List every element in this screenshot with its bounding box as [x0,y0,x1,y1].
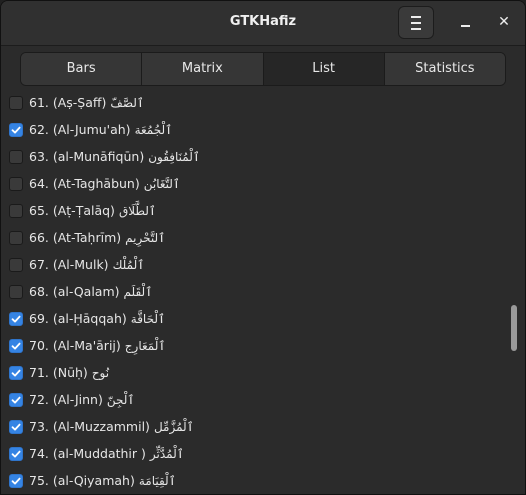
checkmark-icon [11,315,21,322]
surah-arabic-name: ٱلصَّفّ [110,95,144,110]
surah-arabic-name: ٱلْمُزَّمِّل [153,419,194,434]
surah-arabic-name: ٱلطَّلَاق [118,203,156,218]
surah-arabic-name: ٱلْمُلْك [112,257,145,272]
checkmark-icon [11,423,21,430]
list-item[interactable]: 66. (At-Taḥrīm) ٱلتَّحْرِيم [1,224,525,251]
checkbox-unchecked[interactable] [9,176,23,191]
checkbox-unchecked[interactable] [9,95,23,110]
checkbox-unchecked[interactable] [9,257,23,272]
checkmark-icon [11,477,21,484]
checkmark-icon [11,126,21,133]
surah-arabic-name: ٱلْقَلَم [123,284,153,299]
scrollbar-thumb[interactable] [511,305,517,351]
minimize-button[interactable] [449,7,481,37]
surah-label: 64. (At-Taghābun) [29,176,140,191]
checkbox-checked[interactable] [9,446,23,461]
list-item[interactable]: 65. (Aṭ-Ṭalāq) ٱلطَّلَاق [1,197,525,224]
app-window: GTKHafiz ✕ Bars Matrix List Statistics 6… [0,0,526,495]
surah-arabic-name: ٱلْحَاقَّة [130,311,166,326]
checkmark-icon [11,342,21,349]
list-item[interactable]: 70. (Al-Ma'ārij) ٱلْمَعَارِج [1,332,525,359]
surah-arabic-name: ٱلْمَعَارِج [124,338,166,353]
surah-label: 70. (Al-Ma'ārij) [29,338,121,353]
tab-list[interactable]: List [263,53,385,85]
minimize-icon [460,25,470,27]
hamburger-icon [411,14,421,32]
surah-label: 68. (al-Qalam) [29,284,120,299]
surah-label: 66. (At-Taḥrīm) [29,230,122,245]
surah-label: 63. (al-Munāfiqūn) [29,149,145,164]
checkbox-checked[interactable] [9,365,23,380]
tab-statistics[interactable]: Statistics [384,53,505,85]
surah-arabic-name: ٱلْقِيَامَة [138,473,176,488]
close-icon: ✕ [498,14,510,30]
tab-matrix[interactable]: Matrix [142,53,264,85]
surah-arabic-name: نُوح [91,365,110,380]
surah-arabic-name: ٱلْمُدَّثِّر [149,446,184,461]
list-item[interactable]: 72. (Al-Jinn) ٱلْجِنّ [1,386,525,413]
tab-bars[interactable]: Bars [21,53,143,85]
checkbox-checked[interactable] [9,122,23,137]
surah-label: 69. (al-Ḥāqqah) [29,311,127,326]
surah-arabic-name: ٱلْمُنَافِقُون [148,149,200,164]
surah-label: 74. (al-Muddathir ) [29,446,146,461]
list-item[interactable]: 71. (Nūḥ) نُوح [1,359,525,386]
list-item[interactable]: 63. (al-Munāfiqūn) ٱلْمُنَافِقُون [1,143,525,170]
checkmark-icon [11,369,21,376]
checkbox-checked[interactable] [9,473,23,488]
surah-label: 72. (Al-Jinn) [29,392,103,407]
list-item[interactable]: 69. (al-Ḥāqqah) ٱلْحَاقَّة [1,305,525,332]
checkbox-unchecked[interactable] [9,284,23,299]
list-item[interactable]: 61. (Aṣ-Ṣaff) ٱلصَّفّ [1,89,525,116]
list-item[interactable]: 62. (Al-Jumu'ah) ٱلْجُمُعَة [1,116,525,143]
checkbox-unchecked[interactable] [9,203,23,218]
surah-label: 67. (Al-Mulk) [29,257,109,272]
menu-button[interactable] [398,6,434,39]
header-bar: GTKHafiz ✕ [1,1,525,46]
list-item[interactable]: 64. (At-Taghābun) ٱلتَّغَابُن [1,170,525,197]
list-item[interactable]: 73. (Al-Muzzammil) ٱلْمُزَّمِّل [1,413,525,440]
surah-label: 65. (Aṭ-Ṭalāq) [29,203,115,218]
surah-label: 62. (Al-Jumu'ah) [29,122,131,137]
surah-arabic-name: ٱلْجُمُعَة [134,122,173,137]
checkbox-checked[interactable] [9,311,23,326]
surah-arabic-name: ٱلتَّغَابُن [143,176,180,191]
checkbox-unchecked[interactable] [9,149,23,164]
view-switcher: Bars Matrix List Statistics [20,52,506,86]
list-item[interactable]: 67. (Al-Mulk) ٱلْمُلْك [1,251,525,278]
checkbox-unchecked[interactable] [9,230,23,245]
checkmark-icon [11,450,21,457]
surah-label: 61. (Aṣ-Ṣaff) [29,95,107,110]
checkbox-checked[interactable] [9,338,23,353]
surah-label: 71. (Nūḥ) [29,365,88,380]
checkbox-checked[interactable] [9,392,23,407]
checkmark-icon [11,396,21,403]
window-title: GTKHafiz [229,14,297,29]
close-button[interactable]: ✕ [488,7,520,37]
list-item[interactable]: 75. (al-Qiyamah) ٱلْقِيَامَة [1,467,525,494]
surah-list: 61. (Aṣ-Ṣaff) ٱلصَّفّ 62. (Al-Jumu'ah) ٱلْج… [1,89,525,494]
surah-label: 73. (Al-Muzzammil) [29,419,150,434]
list-item[interactable]: 68. (al-Qalam) ٱلْقَلَم [1,278,525,305]
surah-arabic-name: ٱلتَّحْرِيم [125,230,166,245]
list-item[interactable]: 74. (al-Muddathir ) ٱلْمُدَّثِّر [1,440,525,467]
surah-arabic-name: ٱلْجِنّ [106,392,135,407]
checkbox-checked[interactable] [9,419,23,434]
surah-label: 75. (al-Qiyamah) [29,473,135,488]
